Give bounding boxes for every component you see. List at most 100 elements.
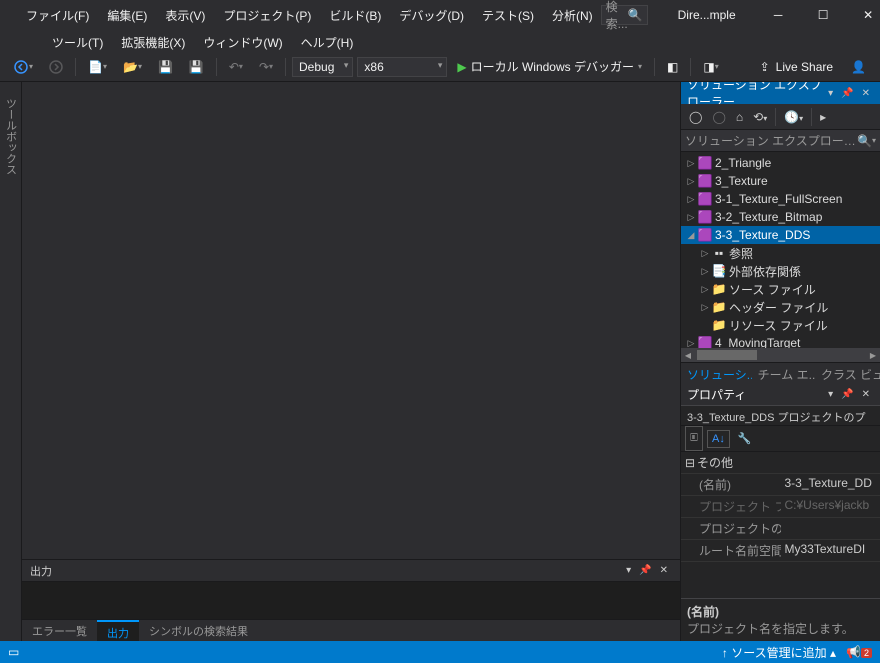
expand-icon[interactable]: ▷ <box>685 212 697 223</box>
output-dropdown-button[interactable]: ▾ <box>622 563 635 578</box>
config-combo[interactable]: Debug <box>292 57 353 77</box>
account-button[interactable]: 👤 <box>845 56 872 78</box>
save-all-button[interactable]: 💾 <box>183 56 210 78</box>
properties-grid[interactable]: ⊟ その他 (名前)3-3_Texture_DDプロジェクト ファC:¥User… <box>681 452 880 598</box>
menu-test[interactable]: テスト(S) <box>474 3 542 28</box>
menu-debug[interactable]: デバッグ(D) <box>391 3 472 28</box>
tab-output[interactable]: 出力 <box>97 620 139 641</box>
tab-symbols[interactable]: シンボルの検索結果 <box>139 620 258 641</box>
expand-icon[interactable]: ▷ <box>685 194 697 205</box>
alphabetical-button[interactable]: A↓ <box>707 430 730 448</box>
property-value[interactable]: C:¥Users¥jackb <box>781 496 880 517</box>
menu-edit[interactable]: 編集(E) <box>99 3 155 28</box>
expand-icon[interactable]: ▷ <box>699 284 711 295</box>
refresh-icon[interactable]: 🕓▾ <box>780 107 807 127</box>
menu-build[interactable]: ビルド(B) <box>321 3 389 28</box>
source-control-button[interactable]: ↑ ソース管理に追加 ▴ <box>722 644 836 661</box>
properties-toolbar: 🗉 A↓ 🔧 <box>681 426 880 452</box>
horizontal-scrollbar[interactable]: ◀ ▶ <box>681 348 880 362</box>
prop-close[interactable]: ✕ <box>858 387 874 402</box>
back-icon[interactable]: ◯ <box>685 107 706 127</box>
back-button[interactable]: ▾ <box>8 56 39 78</box>
solution-tree[interactable]: ▷🟪2_Triangle▷🟪3_Texture▷🟪3-1_Texture_Ful… <box>681 152 880 348</box>
prop-dropdown[interactable]: ▾ <box>824 387 837 402</box>
tree-item[interactable]: ▷🟪3_Texture <box>681 172 880 190</box>
start-debug-button[interactable]: ▶ ローカル Windows デバッガー ▾ <box>451 55 648 78</box>
window-icon[interactable]: ▭ <box>8 645 19 659</box>
menu-analyze[interactable]: 分析(N) <box>544 3 601 28</box>
tool-button-1[interactable]: ◧ <box>661 56 684 78</box>
solution-search[interactable]: ソリューション エクスプローラー の検 🔍▾ <box>681 130 880 152</box>
tree-item[interactable]: ▷🟪3-1_Texture_FullScreen <box>681 190 880 208</box>
tab-team[interactable]: チーム エ... <box>752 363 815 384</box>
redo-button[interactable]: ↷▾ <box>253 56 279 78</box>
properties-title: プロパティ <box>687 386 824 403</box>
menu-window[interactable]: ウィンドウ(W) <box>195 30 290 52</box>
property-value[interactable]: 3-3_Texture_DD <box>781 474 880 495</box>
expand-icon[interactable]: ◢ <box>685 230 697 241</box>
expand-icon[interactable]: ▷ <box>699 302 711 313</box>
property-row[interactable]: プロジェクト ファC:¥Users¥jackb <box>681 496 880 518</box>
output-close-button[interactable]: ✕ <box>656 563 672 578</box>
notification-button[interactable]: 📢2 <box>846 645 872 659</box>
wrench-button[interactable]: 🔧 <box>734 430 756 447</box>
close-button[interactable]: ✕ <box>846 1 880 29</box>
panel-pin[interactable]: 📌 <box>837 86 857 101</box>
menu-help[interactable]: ヘルプ(H) <box>293 30 362 52</box>
property-value[interactable] <box>781 518 880 539</box>
tree-item[interactable]: 📁リソース ファイル <box>681 316 880 334</box>
expand-icon[interactable]: ▷ <box>699 266 711 277</box>
save-button[interactable]: 💾 <box>152 56 179 78</box>
play-icon: ▶ <box>457 60 466 74</box>
expand-icon[interactable]: ▷ <box>685 338 697 349</box>
more-icon[interactable]: ▸ <box>816 107 830 127</box>
new-button[interactable]: 📄▾ <box>82 56 113 78</box>
menu-project[interactable]: プロジェクト(P) <box>215 3 319 28</box>
expand-icon[interactable]: ▷ <box>699 248 711 259</box>
sync-icon[interactable]: ⟲▾ <box>749 107 771 127</box>
tree-item[interactable]: ▷📁ソース ファイル <box>681 280 880 298</box>
menu-tools[interactable]: ツール(T) <box>44 30 111 52</box>
scroll-left-icon[interactable]: ◀ <box>681 351 695 360</box>
maximize-button[interactable]: ☐ <box>801 1 846 29</box>
scroll-right-icon[interactable]: ▶ <box>866 351 880 360</box>
tab-errors[interactable]: エラー一覧 <box>22 620 97 641</box>
home-icon[interactable]: ⌂ <box>732 107 747 127</box>
tree-item[interactable]: ▷🟪3-2_Texture_Bitmap <box>681 208 880 226</box>
tree-item[interactable]: ◢🟪3-3_Texture_DDS <box>681 226 880 244</box>
panel-dropdown[interactable]: ▾ <box>824 86 837 101</box>
open-button[interactable]: 📂▾ <box>117 56 148 78</box>
tree-item[interactable]: ▷📑外部依存関係 <box>681 262 880 280</box>
property-category[interactable]: ⊟ その他 <box>681 452 880 474</box>
search-box[interactable]: 検索... 🔍 <box>601 5 648 25</box>
forward-icon[interactable]: ◯ <box>708 107 729 127</box>
tab-class[interactable]: クラス ビュ <box>815 363 880 384</box>
tree-item[interactable]: ▷🟪4_MovingTarget <box>681 334 880 348</box>
property-row[interactable]: プロジェクトの依 <box>681 518 880 540</box>
tab-solution[interactable]: ソリューシ... <box>681 363 752 384</box>
menu-file[interactable]: ファイル(F) <box>18 3 97 28</box>
toolbox-tab[interactable]: ツールボックス <box>1 90 21 183</box>
output-pin-button[interactable]: 📌 <box>635 563 655 578</box>
prop-pin[interactable]: 📌 <box>837 387 857 402</box>
property-row[interactable]: ルート名前空間My33TextureDI <box>681 540 880 562</box>
tree-item[interactable]: ▷▪▪参照 <box>681 244 880 262</box>
property-value[interactable]: My33TextureDI <box>781 540 880 561</box>
platform-combo[interactable]: x86 <box>357 57 447 77</box>
property-row[interactable]: (名前)3-3_Texture_DD <box>681 474 880 496</box>
tree-item[interactable]: ▷📁ヘッダー ファイル <box>681 298 880 316</box>
minimize-button[interactable]: ─ <box>756 1 801 29</box>
tree-item[interactable]: ▷🟪2_Triangle <box>681 154 880 172</box>
tool-button-2[interactable]: ◨▾ <box>697 56 724 78</box>
scroll-thumb[interactable] <box>697 350 757 360</box>
panel-close[interactable]: ✕ <box>858 86 874 101</box>
menu-extensions[interactable]: 拡張機能(X) <box>113 30 193 52</box>
forward-button[interactable] <box>43 56 69 78</box>
live-share-button[interactable]: ⇪ Live Share <box>752 57 841 77</box>
expand-icon[interactable]: ▷ <box>685 176 697 187</box>
categorized-button[interactable]: 🗉 <box>685 426 703 451</box>
properties-titlebar: プロパティ ▾ 📌 ✕ <box>681 384 880 406</box>
expand-icon[interactable]: ▷ <box>685 158 697 169</box>
menu-view[interactable]: 表示(V) <box>157 3 213 28</box>
undo-button[interactable]: ↶▾ <box>223 56 249 78</box>
